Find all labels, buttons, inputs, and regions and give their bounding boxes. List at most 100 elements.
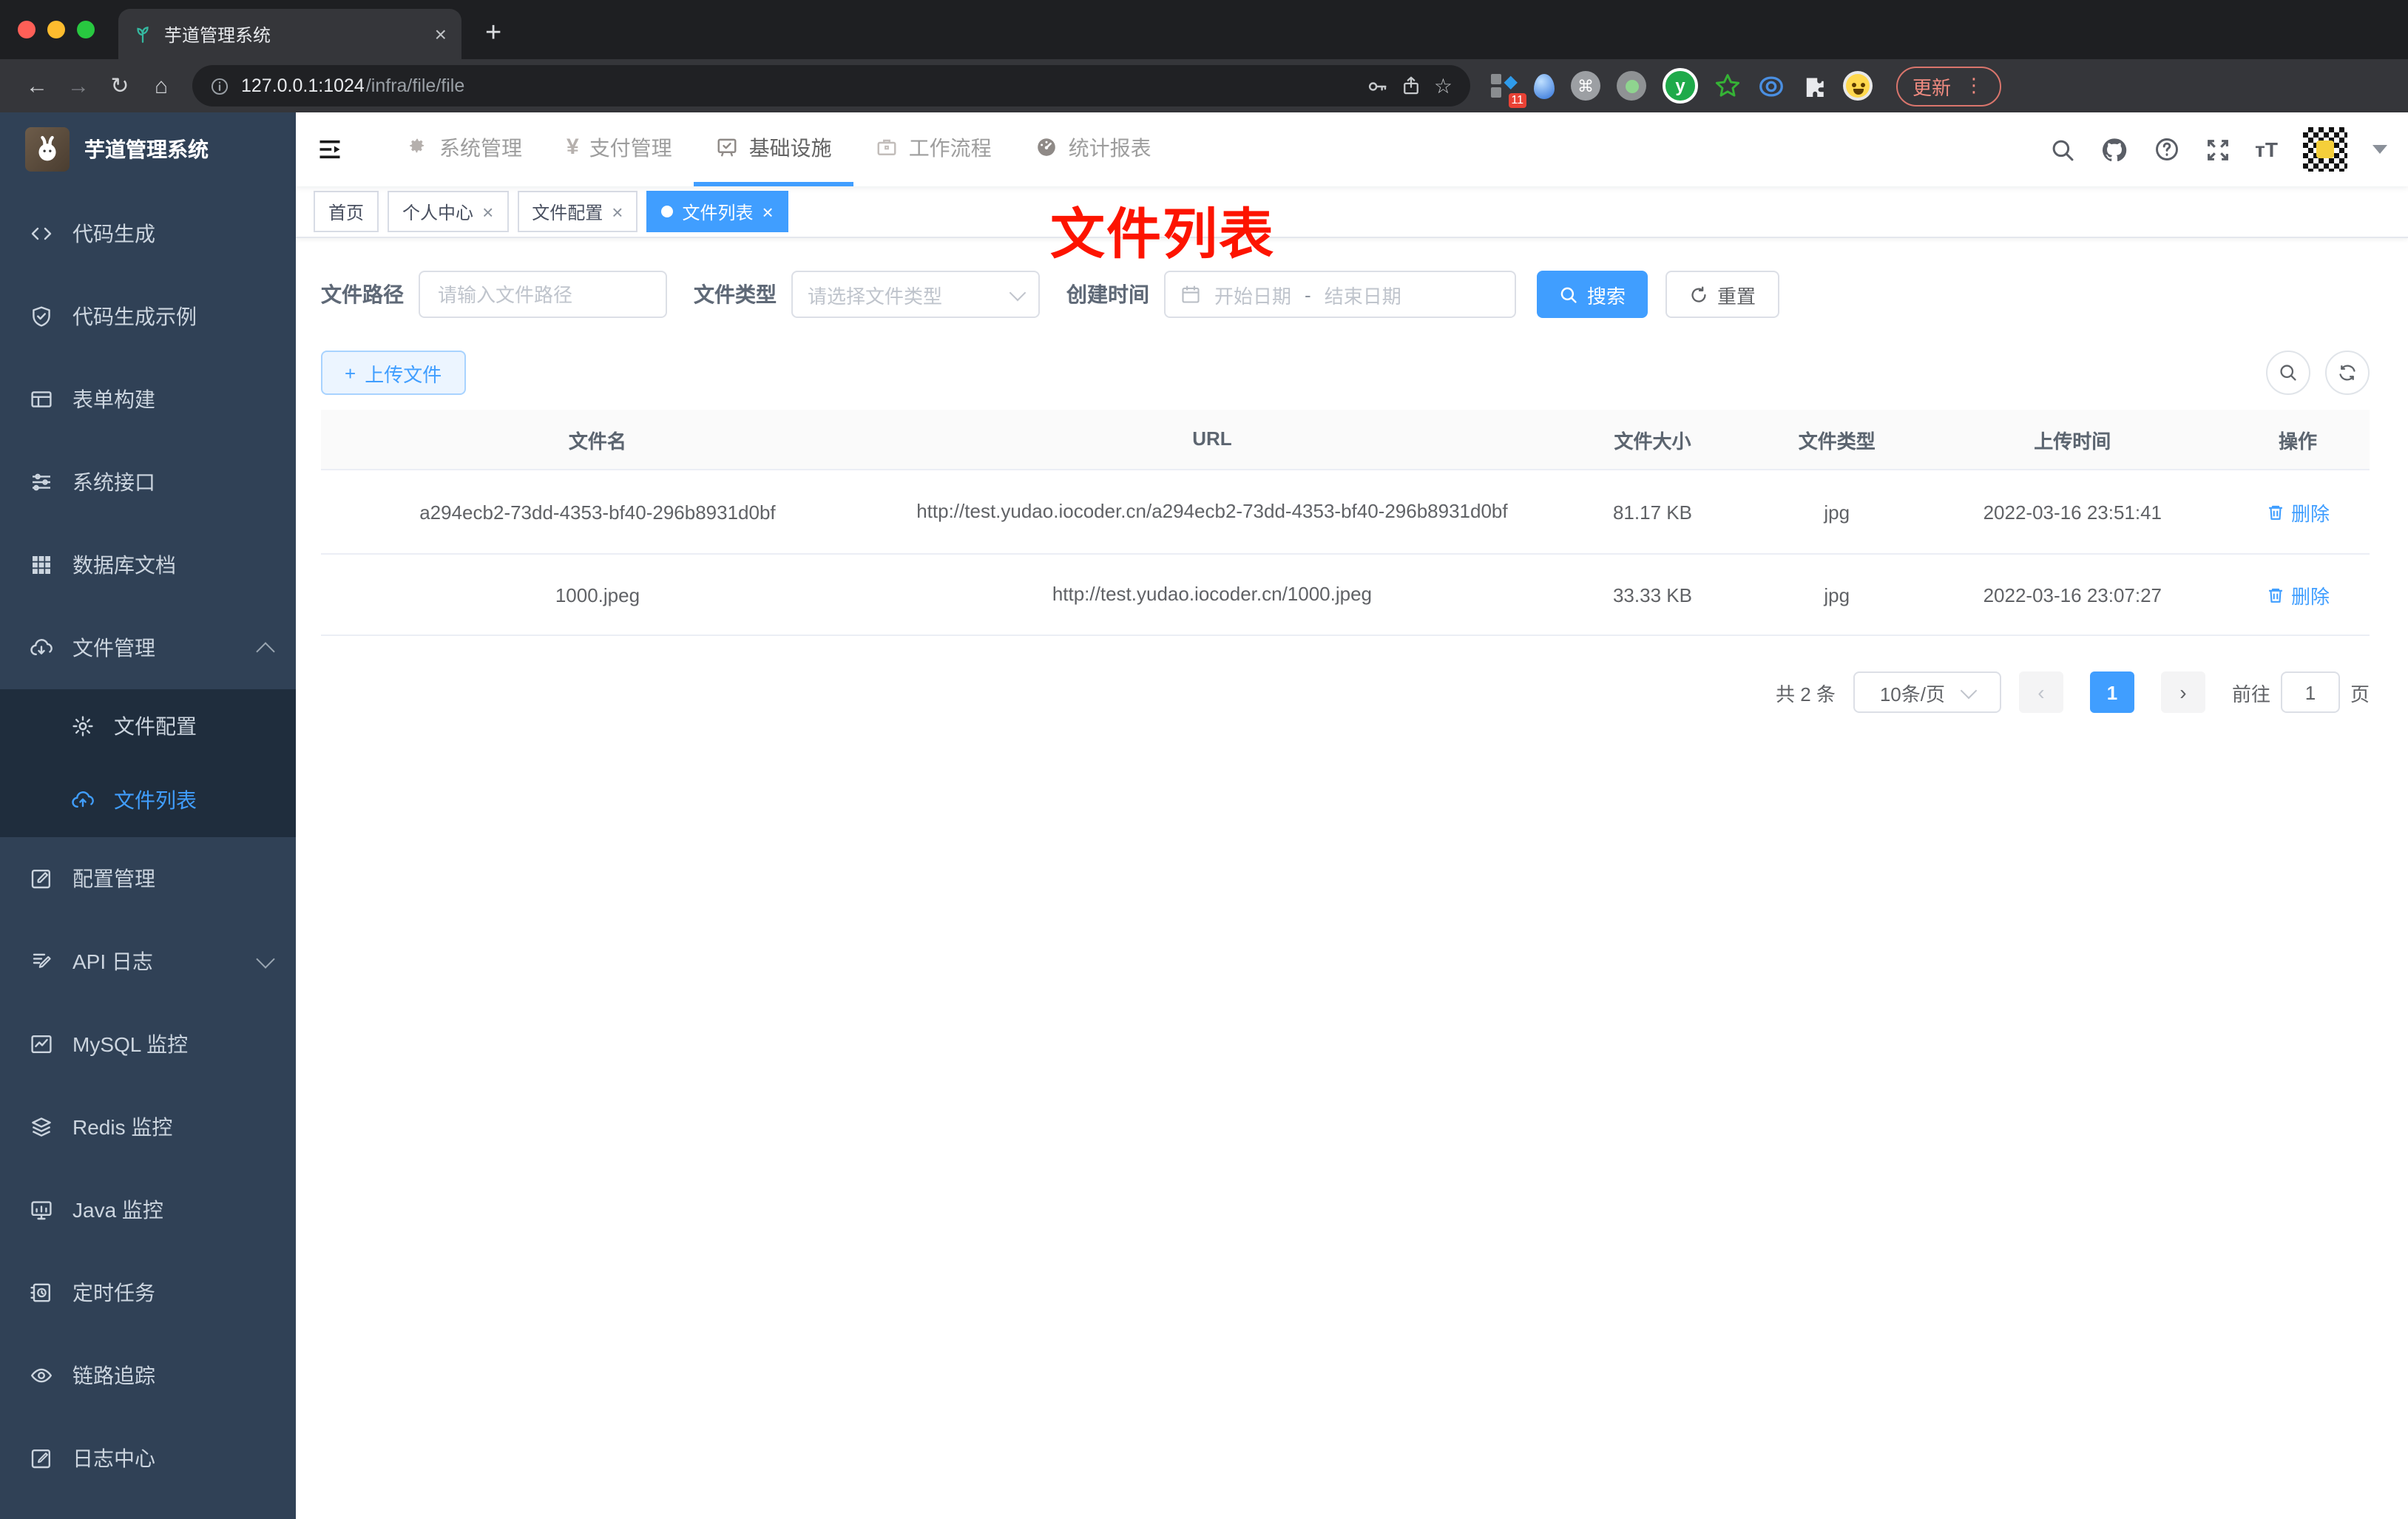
font-size-icon[interactable]: тT — [2255, 138, 2278, 161]
close-window-button[interactable] — [18, 21, 35, 38]
delete-button[interactable]: 删除 — [2266, 498, 2330, 526]
zoom-window-button[interactable] — [77, 21, 95, 38]
sidebar-item-api-log[interactable]: API 日志 — [0, 920, 296, 1003]
tag-close-icon[interactable]: × — [482, 200, 493, 223]
delete-button[interactable]: 删除 — [2266, 581, 2330, 609]
total-count: 共 2 条 — [1776, 683, 1836, 706]
col-header-size: 文件大小 — [1614, 430, 1691, 453]
tag-profile[interactable]: 个人中心 × — [388, 191, 509, 232]
sidebar-item-file-config[interactable]: 文件配置 — [0, 689, 296, 763]
table-header-row: 文件名 URL 文件大小 文件类型 上传时间 操作 — [321, 410, 2370, 471]
bookmark-star-icon[interactable]: ☆ — [1434, 73, 1452, 98]
extension-green-star-icon[interactable] — [1714, 72, 1741, 99]
fullscreen-icon[interactable] — [2205, 137, 2230, 162]
back-icon[interactable]: ← — [18, 73, 56, 98]
sidebar-item-log-center[interactable]: 日志中心 — [0, 1417, 296, 1500]
trash-icon — [2266, 585, 2285, 604]
extension-command-icon[interactable]: ⌘ — [1571, 71, 1600, 101]
upload-file-button[interactable]: + 上传文件 — [321, 351, 466, 395]
eye-icon — [30, 1364, 53, 1387]
sidebar-item-db-doc[interactable]: 数据库文档 — [0, 524, 296, 606]
file-path-input[interactable] — [419, 271, 667, 318]
cell-size: 81.17 KB — [1612, 501, 1692, 524]
avatar-caret-down-icon[interactable] — [2373, 145, 2387, 154]
reset-button[interactable]: 重置 — [1665, 271, 1780, 318]
sidebar-item-form-builder[interactable]: 表单构建 — [0, 358, 296, 441]
sidebar-item-java-monitor[interactable]: Java 监控 — [0, 1168, 296, 1251]
tag-home[interactable]: 首页 — [314, 191, 379, 232]
address-bar[interactable]: 127.0.0.1:1024/infra/file/file ☆ — [192, 65, 1470, 106]
refresh-table-button[interactable] — [2325, 351, 2370, 395]
reload-icon[interactable]: ↻ — [101, 72, 139, 99]
tag-file-list[interactable]: 文件列表 × — [646, 191, 788, 232]
sidebar-item-redis-monitor[interactable]: Redis 监控 — [0, 1086, 296, 1168]
page-content: 文件路径 文件类型 请选择文件类型 创建时间 开始日期 - 结束日期 — [296, 238, 2408, 1519]
forward-icon[interactable]: → — [59, 73, 98, 98]
grid-icon — [30, 553, 53, 577]
clock-task-icon — [30, 1281, 53, 1305]
avatar-qr-code[interactable] — [2303, 127, 2347, 172]
new-tab-button[interactable]: + — [485, 18, 501, 50]
sidebar-item-code-demo[interactable]: 代码生成示例 — [0, 275, 296, 358]
sidebar-item-tracing[interactable]: 链路追踪 — [0, 1334, 296, 1417]
nav-item-infra[interactable]: 基础设施 — [694, 112, 854, 186]
nav-item-workflow[interactable]: 工作流程 — [854, 112, 1014, 186]
sidebar-item-file-list[interactable]: 文件列表 — [0, 763, 296, 837]
extension-balloon-icon[interactable] — [1534, 73, 1555, 98]
tag-close-icon[interactable]: × — [762, 200, 774, 223]
date-range-picker[interactable]: 开始日期 - 结束日期 — [1164, 271, 1516, 318]
home-icon[interactable]: ⌂ — [142, 73, 180, 98]
collapse-sidebar-icon[interactable] — [317, 136, 343, 163]
kebab-menu-icon[interactable]: ⋮ — [1964, 74, 1985, 98]
sidebar-item-file-management[interactable]: 文件管理 — [0, 606, 296, 689]
extension-y-icon[interactable]: y — [1663, 68, 1698, 104]
chevron-up-icon — [256, 641, 275, 660]
search-button[interactable]: 搜索 — [1537, 271, 1648, 318]
filter-form: 文件路径 文件类型 请选择文件类型 创建时间 开始日期 - 结束日期 — [321, 271, 2370, 318]
chevron-down-icon — [256, 949, 275, 968]
tab-close-icon[interactable]: × — [435, 22, 447, 46]
tag-close-icon[interactable]: × — [612, 200, 623, 223]
pagination: 共 2 条 10条/页 ‹ 1 › 前往 页 — [321, 671, 2370, 714]
tag-file-config[interactable]: 文件配置 × — [517, 191, 638, 232]
file-type-select[interactable]: 请选择文件类型 — [791, 271, 1040, 318]
site-info-icon[interactable] — [210, 76, 229, 95]
github-icon[interactable] — [2100, 135, 2128, 163]
col-header-time: 上传时间 — [2034, 430, 2111, 453]
show-search-toggle-button[interactable] — [2266, 351, 2310, 395]
browser-update-button[interactable]: 更新 ⋮ — [1896, 66, 2002, 106]
file-type-label: 文件类型 — [694, 283, 777, 306]
sidebar-item-system-api[interactable]: 系统接口 — [0, 441, 296, 524]
password-key-icon[interactable] — [1367, 75, 1390, 97]
minimize-window-button[interactable] — [47, 21, 65, 38]
macos-traffic-lights[interactable] — [0, 0, 118, 59]
url-path: /infra/file/file — [365, 75, 465, 96]
profile-avatar-icon[interactable] — [1843, 71, 1873, 101]
extensions-puzzle-icon[interactable] — [1802, 73, 1827, 98]
cell-time: 2022-03-16 23:51:41 — [1983, 501, 2162, 524]
nav-item-reports[interactable]: 统计报表 — [1014, 112, 1174, 186]
nav-item-system[interactable]: 系统管理 — [385, 112, 544, 186]
table-row: 1000.jpeg http://test.yudao.iocoder.cn/1… — [321, 555, 2370, 637]
extension-green-dot-icon[interactable] — [1617, 71, 1646, 101]
next-page-button[interactable]: › — [2160, 671, 2205, 714]
extension-diamond-icon[interactable]: ◆ 11 — [1491, 71, 1526, 108]
search-icon[interactable] — [2049, 137, 2074, 162]
file-path-label: 文件路径 — [321, 283, 404, 306]
table-row: a294ecb2-73dd-4353-bf40-296b8931d0bf htt… — [321, 470, 2370, 555]
prev-page-button[interactable]: ‹ — [2018, 671, 2063, 714]
cloud-download-icon — [30, 636, 53, 660]
extension-eye-icon[interactable] — [1757, 72, 1785, 100]
sidebar-item-config-management[interactable]: 配置管理 — [0, 837, 296, 920]
goto-page-input[interactable] — [2280, 671, 2340, 714]
help-icon[interactable] — [2153, 136, 2179, 163]
share-icon[interactable] — [1401, 75, 1422, 96]
sidebar-item-scheduled-tasks[interactable]: 定时任务 — [0, 1251, 296, 1334]
cloud-upload-icon — [71, 788, 95, 812]
sidebar-item-mysql-monitor[interactable]: MySQL 监控 — [0, 1003, 296, 1086]
sidebar-item-code-gen[interactable]: 代码生成 — [0, 192, 296, 275]
nav-item-payment[interactable]: ¥ 支付管理 — [544, 112, 694, 186]
browser-tab[interactable]: 芋道管理系统 × — [118, 9, 461, 59]
page-size-select[interactable]: 10条/页 — [1853, 671, 2001, 714]
current-page-button[interactable]: 1 — [2089, 671, 2134, 714]
